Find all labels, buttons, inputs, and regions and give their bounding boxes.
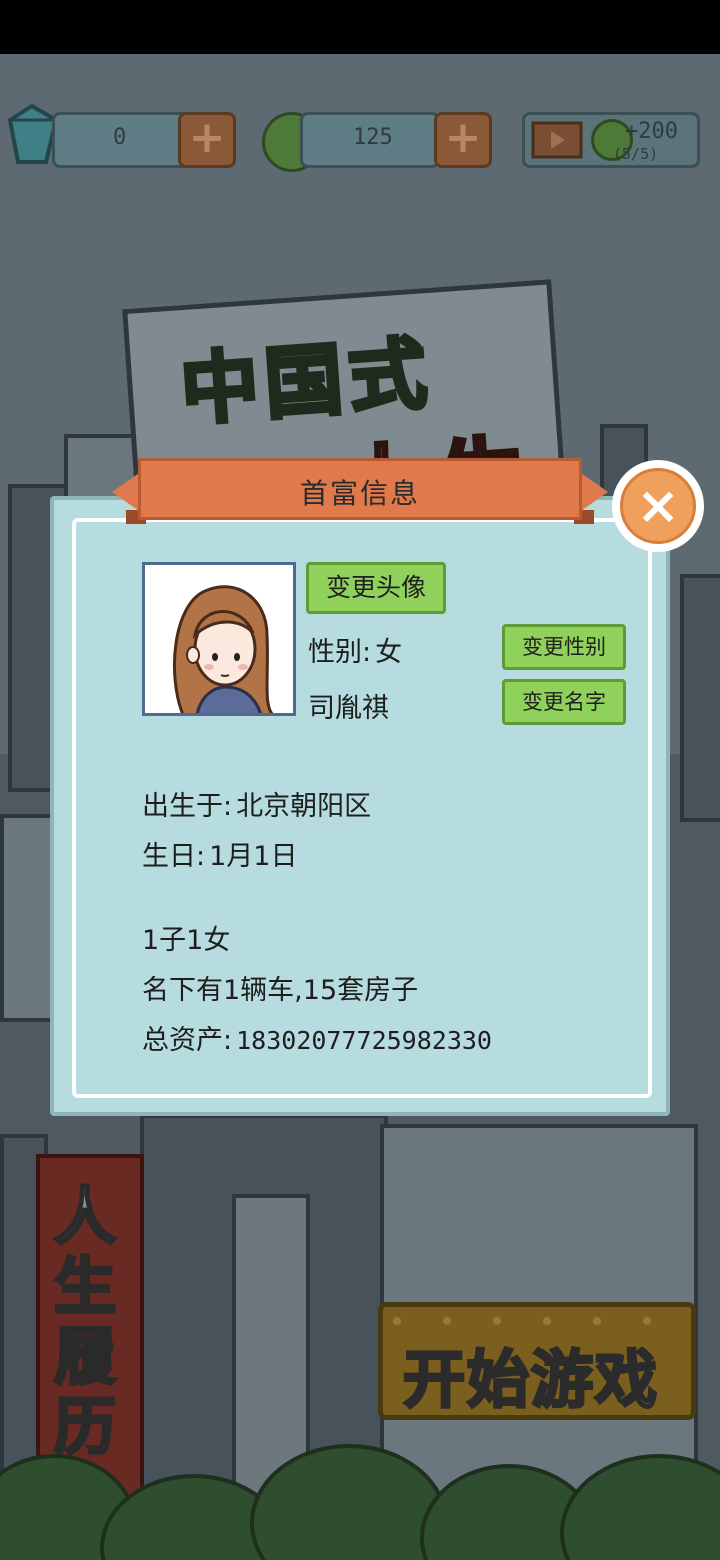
- start-game-button[interactable]: 开始游戏: [378, 1302, 696, 1420]
- life-history-sign[interactable]: 人生履历: [36, 1154, 144, 1502]
- change-gender-label: 变更性别: [522, 635, 606, 659]
- marquee-light: [493, 1317, 501, 1325]
- marquee-light: [543, 1317, 551, 1325]
- life-history-label: 人生履历: [53, 1180, 118, 1463]
- dialog-title-ribbon: 首富信息: [112, 458, 608, 526]
- close-symbol: ×: [636, 476, 680, 536]
- girl-portrait-icon: [173, 585, 274, 713]
- marquee-light: [593, 1317, 601, 1325]
- change-name-label: 变更名字: [522, 690, 606, 714]
- status-bar: [0, 0, 720, 54]
- dialog-title: 首富信息: [299, 477, 420, 510]
- gender-row: 性别: 女: [308, 630, 402, 669]
- children-info: 1子1女: [142, 925, 231, 956]
- coin-counter: 125: [300, 112, 440, 168]
- add-gems-button[interactable]: +: [178, 112, 236, 168]
- gender-value: 女: [375, 637, 403, 668]
- birthday-row: 生日: 1月1日: [142, 834, 297, 873]
- birthplace-row: 出生于: 北京朝阳区: [142, 784, 371, 823]
- gender-label: 性别:: [308, 637, 372, 668]
- assets-label: 总资产:: [142, 1025, 233, 1056]
- assets-row: 总资产: 18302077725982330: [142, 1018, 492, 1057]
- birthplace-label: 出生于:: [142, 791, 233, 822]
- property-info: 名下有1辆车,15套房子: [142, 975, 419, 1006]
- player-name: 司胤祺: [308, 693, 389, 724]
- birthday-label: 生日:: [142, 841, 206, 872]
- close-icon: ×: [620, 468, 696, 544]
- change-avatar-label: 变更头像: [325, 573, 426, 602]
- marquee-light: [443, 1317, 451, 1325]
- marquee-light: [643, 1317, 651, 1325]
- change-gender-button[interactable]: 变更性别: [502, 624, 626, 670]
- assets-value: 18302077725982330: [236, 1026, 492, 1055]
- birthday-value: 1月1日: [209, 841, 298, 872]
- gem-count: 0: [113, 125, 127, 150]
- add-coins-button[interactable]: +: [434, 112, 492, 168]
- video-reward-amount: +200: [625, 119, 678, 144]
- video-remaining: (5/5): [613, 145, 659, 163]
- birthplace-value: 北京朝阳区: [236, 791, 372, 822]
- play-video-icon: [531, 121, 583, 159]
- avatar: [142, 562, 296, 716]
- close-button[interactable]: ×: [612, 460, 704, 552]
- video-reward-button[interactable]: +200 (5/5): [522, 112, 700, 168]
- marquee-light: [393, 1317, 401, 1325]
- building: [680, 574, 720, 822]
- change-name-button[interactable]: 变更名字: [502, 679, 626, 725]
- change-avatar-button[interactable]: 变更头像: [306, 562, 446, 614]
- start-game-label: 开始游戏: [401, 1342, 660, 1418]
- coin-count: 125: [353, 125, 393, 150]
- gem-counter: 0: [52, 112, 192, 168]
